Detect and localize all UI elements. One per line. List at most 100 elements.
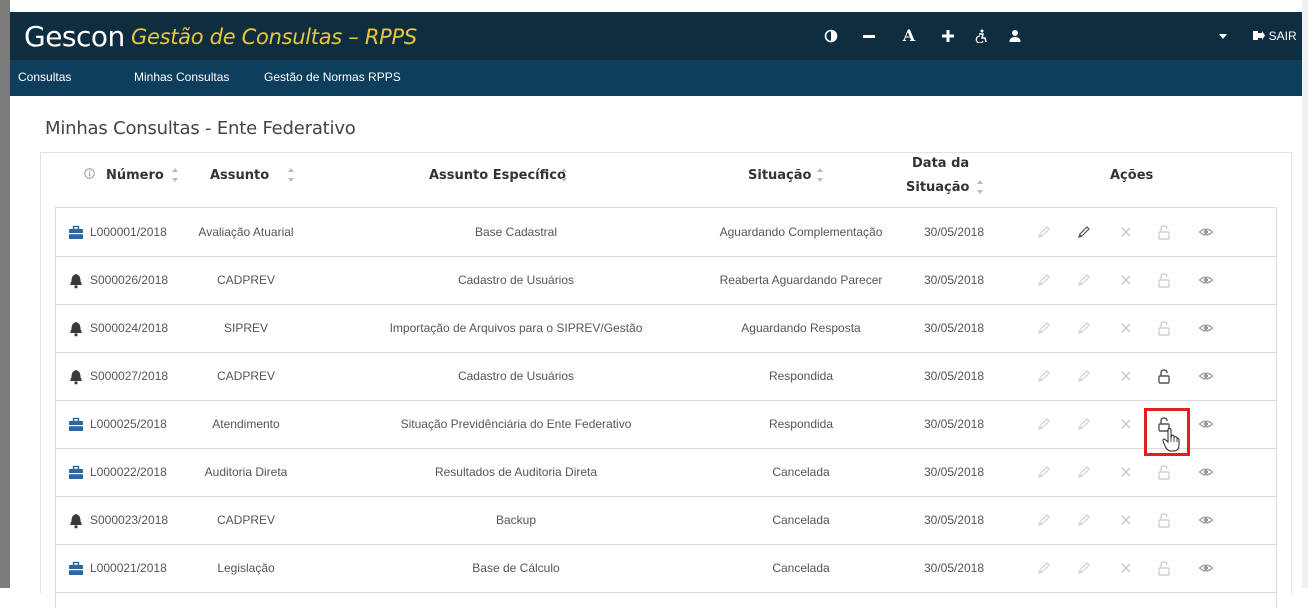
top-header: Gescon Gestão de Consultas – RPPS A SAIR (10, 12, 1302, 60)
sort-situacao-icon[interactable] (817, 168, 823, 182)
unlock-icon[interactable] (1156, 224, 1172, 240)
view-icon[interactable] (1198, 416, 1214, 432)
scrollbar-track[interactable] (1302, 0, 1308, 588)
info-icon[interactable] (84, 168, 95, 183)
cancel-icon[interactable] (1118, 320, 1134, 336)
view-icon[interactable] (1198, 512, 1214, 528)
logout-label: SAIR (1268, 29, 1297, 43)
cell-assunto-especifico: Cadastro de Usuários (457, 369, 575, 383)
col-header-assunto-especifico[interactable]: Assunto Específico (429, 168, 566, 183)
cell-situacao: Cancelada (772, 561, 830, 575)
edit-icon[interactable] (1036, 320, 1052, 336)
cancel-icon[interactable] (1118, 368, 1134, 384)
results-table: L000001/2018 Avaliação Atuarial Base Cadas… (55, 207, 1277, 608)
cell-data: 30/05/2018 (923, 465, 985, 479)
cell-assunto: Avaliação Atuarial (198, 225, 294, 239)
user-icon[interactable] (1004, 24, 1026, 48)
chevron-down-icon[interactable] (1216, 24, 1230, 48)
briefcase-icon (68, 417, 84, 431)
col-header-situacao[interactable]: Situação (748, 168, 811, 183)
cell-assunto: Auditoria Direta (204, 465, 288, 479)
cell-situacao: Reaberta Aguardando Parecer (719, 273, 883, 287)
table-row: S000023/2018 CADPREV Backup Cancelada 30/05/… (56, 496, 1276, 545)
cell-situacao: Cancelada (772, 513, 830, 527)
cell-data: 30/05/2018 (923, 225, 985, 239)
contrast-icon[interactable] (820, 24, 842, 48)
cell-assunto-especifico: Cadastro de Usuários (457, 273, 575, 287)
unlock-icon[interactable] (1156, 512, 1172, 528)
edit-icon[interactable] (1036, 512, 1052, 528)
app-logo: Gescon (24, 20, 125, 53)
unlock-icon[interactable] (1156, 560, 1172, 576)
nav-item-minhas-consultas[interactable]: Minhas Consultas (134, 70, 229, 84)
font-decrease-button[interactable] (858, 24, 880, 48)
cell-data: 30/05/2018 (923, 273, 985, 287)
col-header-assunto[interactable]: Assunto (210, 168, 269, 183)
hand-cursor-icon (1162, 428, 1180, 452)
cell-data: 30/05/2018 (923, 561, 985, 575)
edit-icon[interactable] (1036, 464, 1052, 480)
cell-assunto: CADPREV (216, 273, 275, 287)
briefcase-icon (68, 465, 84, 479)
complement-edit-icon[interactable] (1076, 224, 1092, 240)
cancel-icon[interactable] (1118, 512, 1134, 528)
font-reset-button[interactable]: A (898, 24, 920, 48)
cancel-icon[interactable] (1118, 272, 1134, 288)
view-icon[interactable] (1198, 320, 1214, 336)
bell-icon (68, 273, 84, 289)
bell-icon (68, 369, 84, 385)
logout-button[interactable]: SAIR (1248, 24, 1302, 48)
cancel-icon[interactable] (1118, 416, 1134, 432)
complement-edit-icon[interactable] (1076, 416, 1092, 432)
complement-edit-icon[interactable] (1076, 512, 1092, 528)
view-icon[interactable] (1198, 224, 1214, 240)
col-header-acoes: Ações (1110, 168, 1154, 183)
font-increase-button[interactable] (937, 24, 959, 48)
unlock-icon[interactable] (1156, 368, 1172, 384)
sort-assunto-especifico-icon[interactable] (561, 168, 567, 182)
cell-assunto: CADPREV (216, 513, 275, 527)
page-title: Minhas Consultas - Ente Federativo (45, 118, 356, 139)
complement-edit-icon[interactable] (1076, 464, 1092, 480)
complement-edit-icon[interactable] (1076, 272, 1092, 288)
cell-assunto: Atendimento (212, 417, 280, 431)
edit-icon[interactable] (1036, 224, 1052, 240)
edit-icon[interactable] (1036, 272, 1052, 288)
cancel-icon[interactable] (1118, 560, 1134, 576)
edit-icon[interactable] (1036, 368, 1052, 384)
cell-situacao: Respondida (768, 417, 834, 431)
unlock-icon[interactable] (1156, 464, 1172, 480)
unlock-icon[interactable] (1156, 272, 1172, 288)
edit-icon[interactable] (1036, 560, 1052, 576)
edit-icon[interactable] (1036, 416, 1052, 432)
col-header-data-line1[interactable]: Data da (912, 156, 969, 171)
table-row: S000027/2018 CADPREV Cadastro de Usuários R… (56, 352, 1276, 401)
complement-edit-icon[interactable] (1076, 320, 1092, 336)
view-icon[interactable] (1198, 464, 1214, 480)
cell-data: 30/05/2018 (923, 321, 985, 335)
accessibility-icon[interactable] (970, 24, 992, 48)
view-icon[interactable] (1198, 272, 1214, 288)
complement-edit-icon[interactable] (1076, 560, 1092, 576)
briefcase-icon (68, 225, 84, 239)
view-icon[interactable] (1198, 368, 1214, 384)
complement-edit-icon[interactable] (1076, 368, 1092, 384)
table-row: S000026/2018 CADPREV Cadastro de Usuários R… (56, 256, 1276, 305)
table-row: L000021/2018 Legislação Base de Cálculo Can… (56, 544, 1276, 593)
col-header-numero[interactable]: Número (106, 168, 164, 183)
view-icon[interactable] (1198, 560, 1214, 576)
nav-item-gestao-normas[interactable]: Gestão de Normas RPPS (264, 70, 401, 84)
col-header-data-line2[interactable]: Situação (906, 180, 969, 195)
sort-data-icon[interactable] (977, 180, 983, 194)
sort-numero-icon[interactable] (172, 168, 178, 182)
sort-assunto-icon[interactable] (288, 168, 294, 182)
nav-item-consultas[interactable]: Consultas (18, 70, 71, 84)
cell-assunto-especifico: Backup (495, 513, 537, 527)
cell-situacao: Cancelada (772, 465, 830, 479)
cancel-icon[interactable] (1118, 224, 1134, 240)
cell-data: 30/05/2018 (923, 369, 985, 383)
cell-assunto: CADPREV (216, 369, 275, 383)
unlock-icon[interactable] (1156, 320, 1172, 336)
cell-assunto: Legislação (217, 561, 275, 575)
cancel-icon[interactable] (1118, 464, 1134, 480)
